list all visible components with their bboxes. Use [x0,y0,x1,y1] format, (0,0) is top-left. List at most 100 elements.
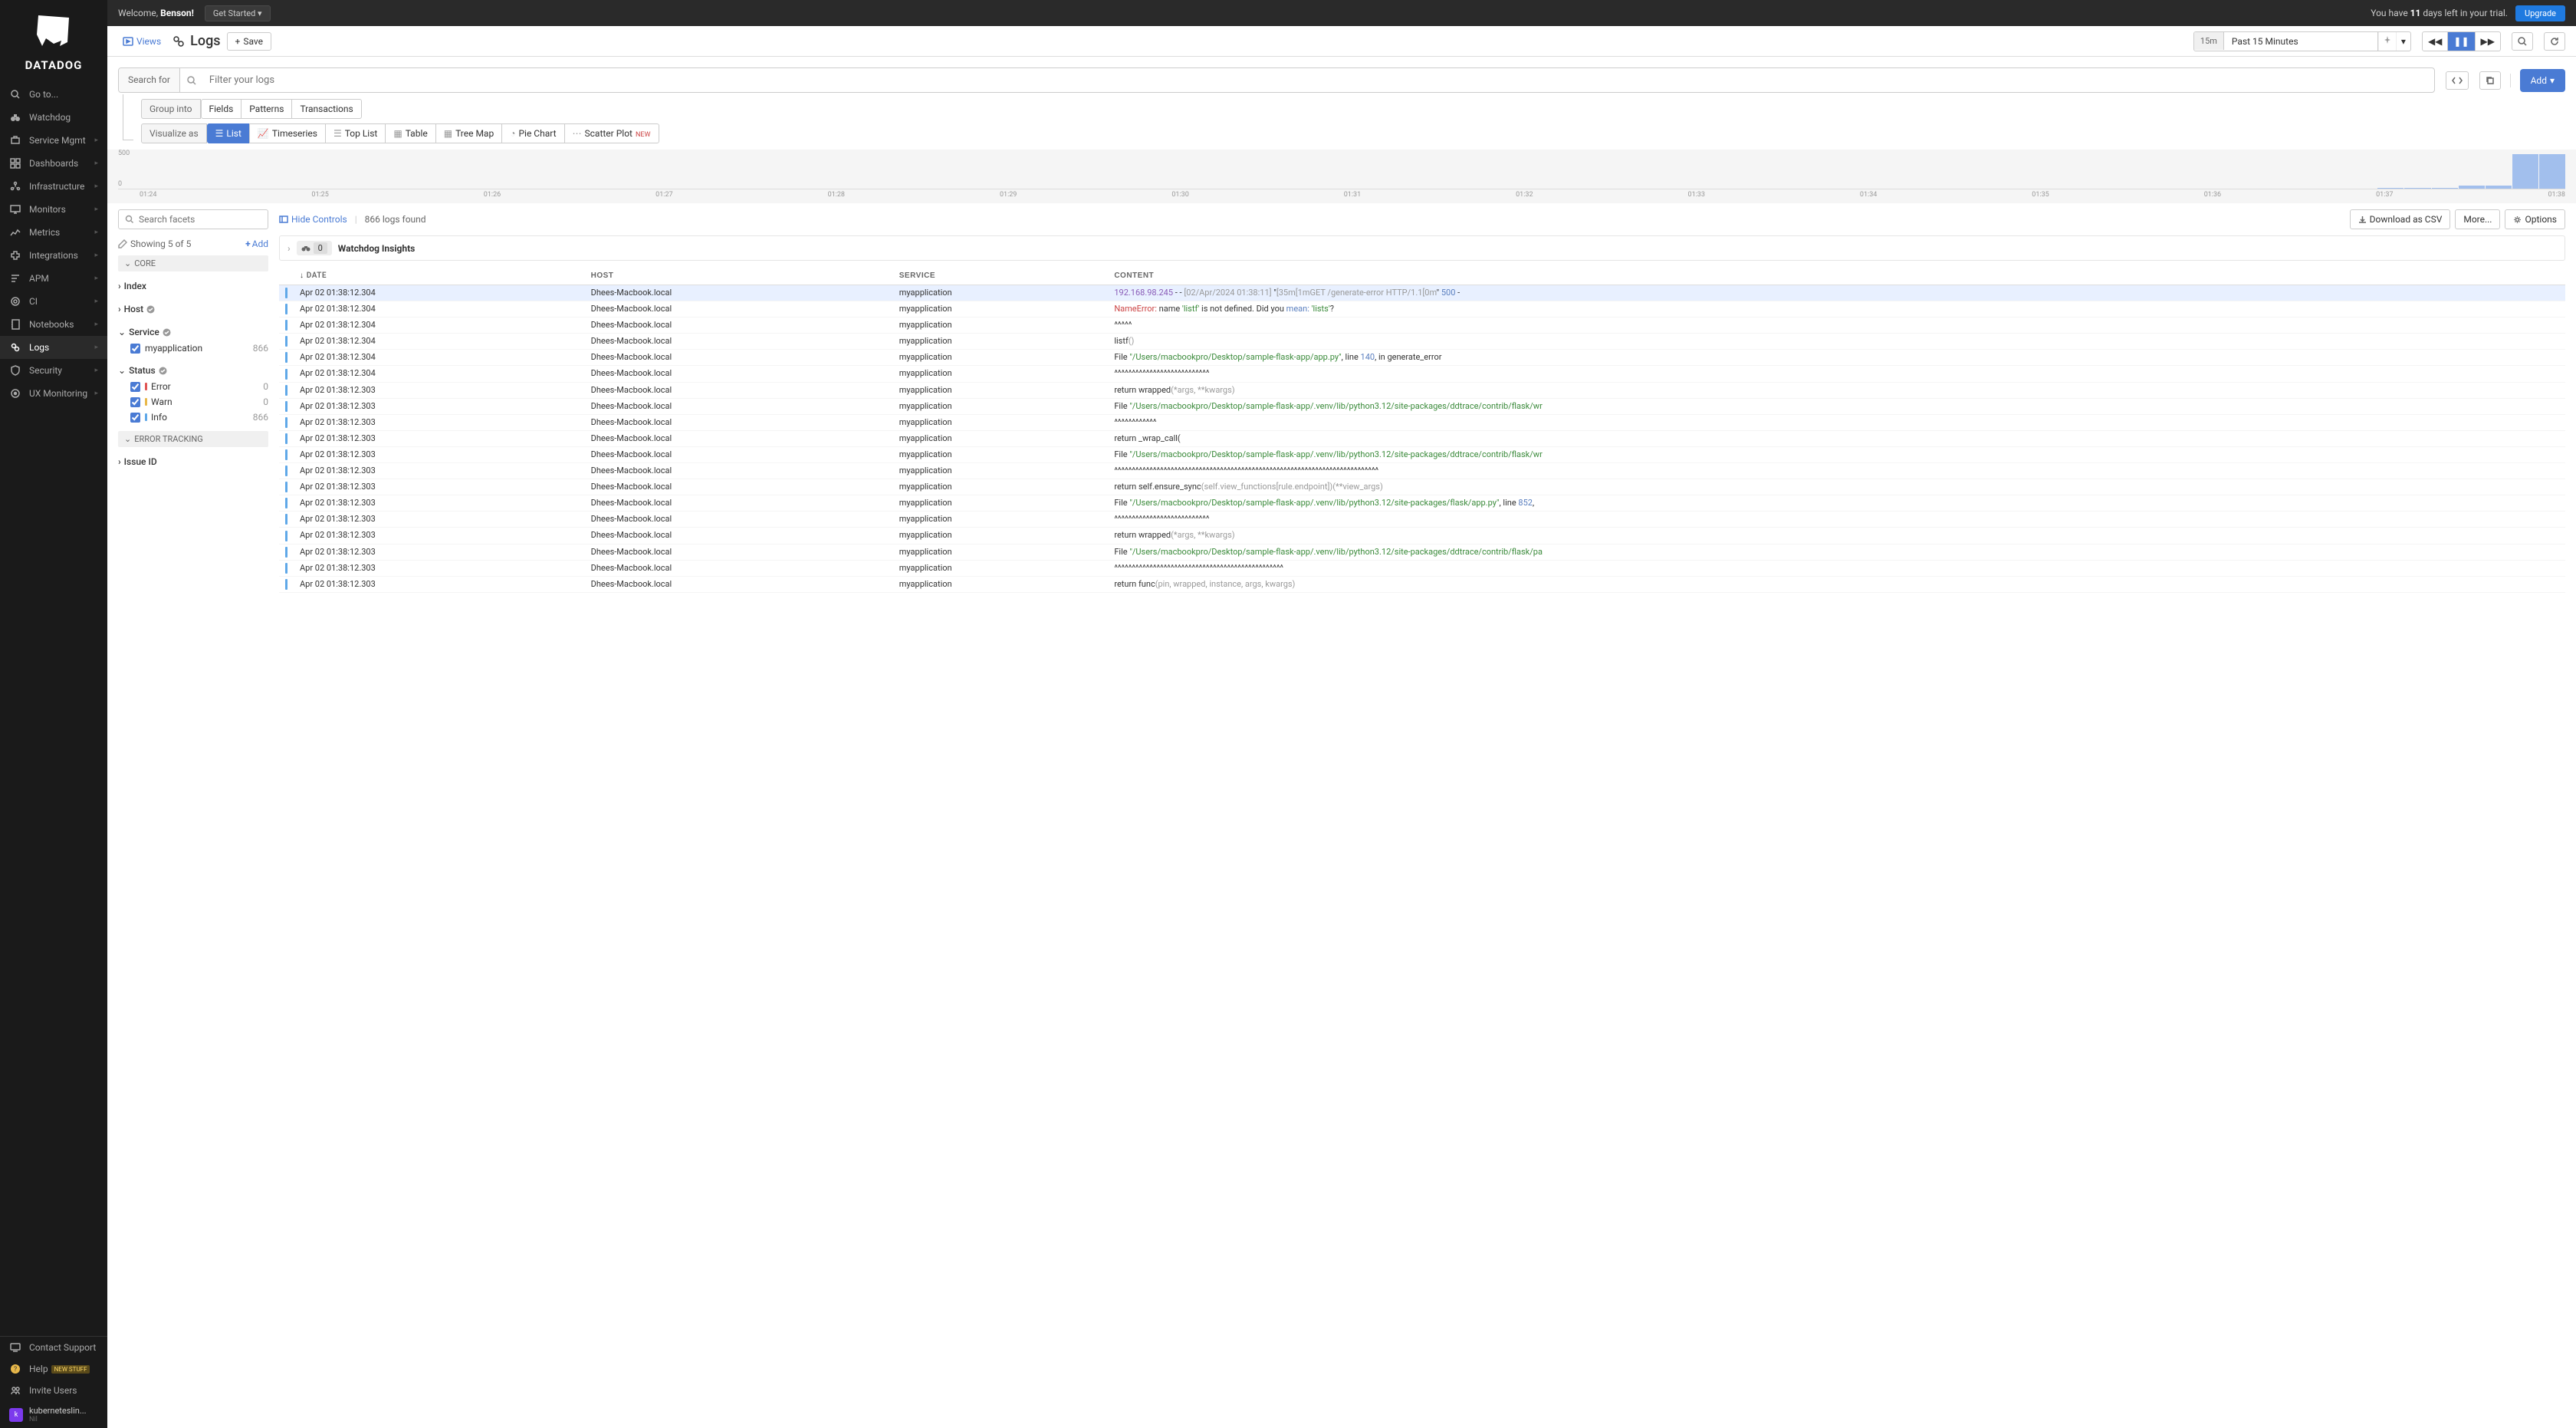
log-row[interactable]: Apr 02 01:38:12.304Dhees-Macbook.localmy… [279,318,2565,334]
log-row[interactable]: Apr 02 01:38:12.303Dhees-Macbook.localmy… [279,382,2565,398]
viz-list[interactable]: ☰List [207,123,250,143]
collapse-icon [279,215,288,224]
log-row[interactable]: Apr 02 01:38:12.303Dhees-Macbook.localmy… [279,495,2565,512]
facet-group-index[interactable]: › Index [118,278,268,294]
facet-section-error_tracking[interactable]: ⌄ ERROR TRACKING [118,431,268,447]
viz-top-list[interactable]: ☰Top List [325,123,386,143]
facet-add-button[interactable]: + Add [245,239,268,249]
facet-group-host[interactable]: › Host [118,301,268,318]
log-row[interactable]: Apr 02 01:38:12.303Dhees-Macbook.localmy… [279,430,2565,446]
search-icon-button[interactable] [2512,32,2533,51]
facet-item-info[interactable]: Info866 [118,410,268,425]
time-pause-button[interactable]: ❚❚ [2448,32,2475,51]
watchdog-insights[interactable]: › 0 Watchdog Insights [279,235,2565,261]
log-row[interactable]: Apr 02 01:38:12.304Dhees-Macbook.localmy… [279,334,2565,350]
facet-checkbox[interactable] [130,382,140,392]
upgrade-button[interactable]: Upgrade [2515,5,2565,21]
log-row[interactable]: Apr 02 01:38:12.303Dhees-Macbook.localmy… [279,528,2565,544]
facet-item-myapplication[interactable]: myapplication866 [118,341,268,356]
facet-checkbox[interactable] [130,344,140,354]
hist-bar[interactable] [2539,154,2565,189]
code-toggle-button[interactable] [2446,71,2469,90]
hist-bar[interactable] [2512,154,2538,189]
nav-security[interactable]: Security▸ [0,359,107,382]
nav-bottom-invite-users[interactable]: Invite Users [0,1380,107,1401]
log-row[interactable]: Apr 02 01:38:12.303Dhees-Macbook.localmy… [279,414,2565,430]
pin-icon[interactable] [2378,32,2396,51]
time-picker[interactable]: 15m Past 15 Minutes ▾ [2193,31,2411,51]
nav-infrastructure[interactable]: Infrastructure▸ [0,175,107,198]
group-fields[interactable]: Fields [201,99,242,119]
facet-search-input[interactable] [139,214,261,225]
col-content[interactable]: CONTENT [1108,267,2565,285]
log-row[interactable]: Apr 02 01:38:12.303Dhees-Macbook.localmy… [279,479,2565,495]
facet-group-status[interactable]: ⌄ Status [118,362,268,379]
options-button[interactable]: Options [2505,209,2565,229]
log-row[interactable]: Apr 02 01:38:12.304Dhees-Macbook.localmy… [279,350,2565,366]
nav-monitors[interactable]: Monitors▸ [0,198,107,221]
logo-area[interactable]: DATADOG [0,0,107,83]
facet-section-core[interactable]: ⌄ CORE [118,255,268,271]
chevron-down-icon[interactable]: ▾ [2396,32,2410,51]
col-service[interactable]: SERVICE [893,267,1109,285]
log-row[interactable]: Apr 02 01:38:12.303Dhees-Macbook.localmy… [279,560,2565,576]
time-next-button[interactable]: ▶▶ [2476,32,2500,51]
hist-bar[interactable] [2459,186,2485,189]
nav-bottom-contact-support[interactable]: Contact Support [0,1337,107,1358]
hist-bar[interactable] [2432,188,2458,189]
viz-scatter-plot[interactable]: ⋯Scatter PlotNEW [564,123,659,143]
col-host[interactable]: HOST [585,267,893,285]
facet-search[interactable] [118,209,268,229]
log-row[interactable]: Apr 02 01:38:12.303Dhees-Macbook.localmy… [279,446,2565,462]
facet-group-service[interactable]: ⌄ Service [118,324,268,341]
nav-watchdog[interactable]: Watchdog [0,106,107,129]
download-csv-button[interactable]: Download as CSV [2350,209,2451,229]
facet-item-error[interactable]: Error0 [118,379,268,394]
log-row[interactable]: Apr 02 01:38:12.303Dhees-Macbook.localmy… [279,398,2565,414]
nav-bottom-help[interactable]: ?HelpNEW STUFF [0,1358,107,1380]
save-button[interactable]: + Save [227,32,271,51]
viz-pie-chart[interactable]: ◔Pie Chart [501,123,564,143]
viz-table[interactable]: ▦Table [385,123,435,143]
nav-apm[interactable]: APM▸ [0,267,107,290]
views-button[interactable]: Views [118,33,166,50]
log-row[interactable]: Apr 02 01:38:12.304Dhees-Macbook.localmy… [279,285,2565,301]
histogram[interactable]: 500 0 01:2401:2501:2601:2701:2801:2901:3… [107,150,2576,203]
nav-dashboards[interactable]: Dashboards▸ [0,152,107,175]
viz-timeseries[interactable]: 📈Timeseries [249,123,326,143]
more-button[interactable]: More... [2455,209,2500,229]
nav-go-to-[interactable]: Go to... [0,83,107,106]
hist-bar[interactable] [2486,186,2512,189]
nav-metrics[interactable]: Metrics▸ [0,221,107,244]
search-input[interactable] [202,68,2428,92]
time-prev-button[interactable]: ◀◀ [2423,32,2448,51]
nav-ux-monitoring[interactable]: UX Monitoring▸ [0,382,107,405]
hist-bar[interactable] [2377,188,2404,189]
hide-controls-button[interactable]: Hide Controls [279,214,347,225]
log-row[interactable]: Apr 02 01:38:12.303Dhees-Macbook.localmy… [279,576,2565,592]
log-row[interactable]: Apr 02 01:38:12.303Dhees-Macbook.localmy… [279,544,2565,560]
log-row[interactable]: Apr 02 01:38:12.303Dhees-Macbook.localmy… [279,512,2565,528]
nav-ci[interactable]: CI▸ [0,290,107,313]
nav-service-mgmt[interactable]: Service Mgmt▸ [0,129,107,152]
col-date[interactable]: ↓ DATE [294,267,585,285]
facet-checkbox[interactable] [130,413,140,423]
log-row[interactable]: Apr 02 01:38:12.303Dhees-Macbook.localmy… [279,463,2565,479]
nav-notebooks[interactable]: Notebooks▸ [0,313,107,336]
get-started-button[interactable]: Get Started ▾ [205,5,271,21]
hist-bar[interactable] [2404,188,2430,189]
log-row[interactable]: Apr 02 01:38:12.304Dhees-Macbook.localmy… [279,366,2565,382]
refresh-button[interactable] [2544,32,2565,51]
copy-button[interactable] [2479,71,2501,90]
log-row[interactable]: Apr 02 01:38:12.304Dhees-Macbook.localmy… [279,301,2565,318]
org-switcher[interactable]: k kuberneteslin... Nil [0,1401,107,1428]
facet-group-issue-id[interactable]: › Issue ID [118,453,268,470]
facet-checkbox[interactable] [130,397,140,407]
nav-integrations[interactable]: Integrations▸ [0,244,107,267]
facet-item-warn[interactable]: Warn0 [118,394,268,410]
viz-tree-map[interactable]: ▦Tree Map [435,123,502,143]
add-button[interactable]: Add ▾ [2520,69,2565,92]
nav-logs[interactable]: Logs▸ [0,336,107,359]
group-transactions[interactable]: Transactions [291,99,361,119]
group-patterns[interactable]: Patterns [241,99,292,119]
